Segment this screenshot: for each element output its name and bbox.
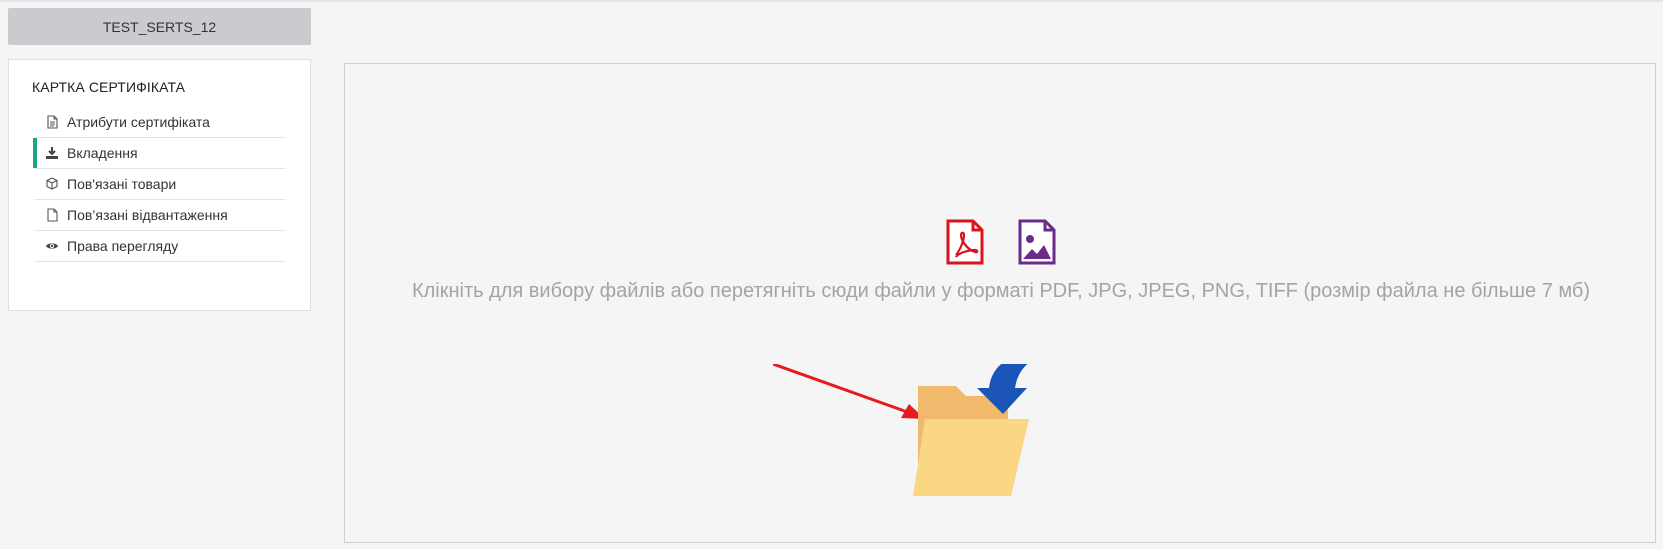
sidebar-item-related-goods[interactable]: Пов'язані товари	[35, 169, 285, 200]
sidebar-item-attachments[interactable]: Вкладення	[33, 138, 285, 169]
dropzone-instructions: Клікніть для вибору файлів або перетягні…	[411, 280, 1591, 302]
file-type-icons	[945, 219, 1065, 265]
sidebar-item-related-shipments[interactable]: Пов’язані відвантаження	[35, 200, 285, 231]
sidebar-menu: Атрибути сертифіката Вкладення Пов'язані…	[33, 107, 285, 262]
document-text-icon	[45, 115, 59, 129]
sidebar-item-label: Вкладення	[67, 145, 138, 161]
top-divider	[0, 0, 1663, 2]
sidebar-item-label: Пов'язані товари	[67, 176, 177, 192]
file-icon	[45, 208, 59, 222]
file-dropzone[interactable]: Клікніть для вибору файлів або перетягні…	[344, 63, 1656, 543]
pdf-file-icon	[946, 219, 984, 265]
annotation-arrow	[772, 362, 925, 419]
eye-icon	[45, 239, 59, 253]
sidebar-item-label: Пов’язані відвантаження	[67, 207, 228, 223]
sidebar-item-attributes[interactable]: Атрибути сертифіката	[35, 107, 285, 138]
sidebar-item-view-rights[interactable]: Права перегляду	[35, 231, 285, 262]
box-icon	[45, 177, 59, 191]
certificate-tab-label: TEST_SERTS_12	[102, 18, 217, 35]
sidebar-title: КАРТКА СЕРТИФІКАТА	[32, 79, 186, 95]
download-icon	[45, 146, 59, 160]
image-file-icon	[1018, 219, 1056, 265]
folder-illustration	[772, 356, 1053, 544]
sidebar-item-label: Права перегляду	[67, 238, 179, 254]
certificate-tab[interactable]: TEST_SERTS_12	[8, 8, 311, 45]
sidebar-item-label: Атрибути сертифіката	[67, 114, 210, 130]
sidebar-card: КАРТКА СЕРТИФІКАТА Атрибути сертифіката …	[8, 59, 311, 311]
